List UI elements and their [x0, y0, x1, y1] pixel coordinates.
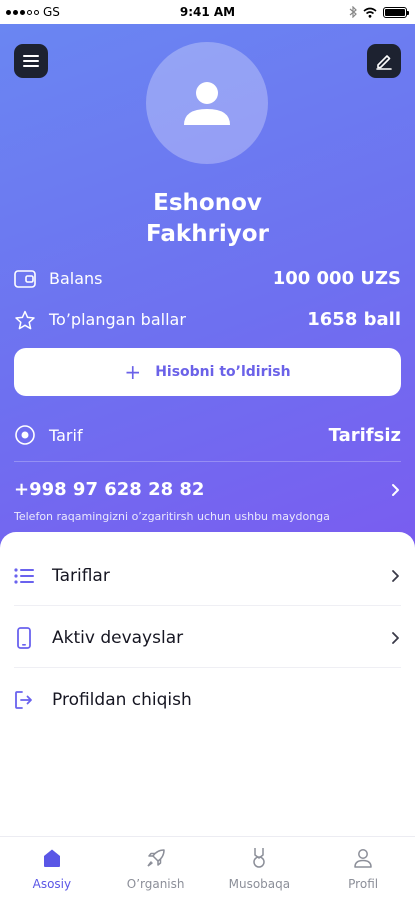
phone-device-icon	[17, 626, 31, 649]
bottom-tab-bar: Asosiy O’rganish Musobaqa Profil	[0, 836, 415, 900]
menu-item-tariffs[interactable]: Tariflar	[14, 546, 401, 606]
profile-header: Eshonov Fakhriyor Balans 100 000 UZS To’…	[0, 24, 415, 560]
user-last-name: Eshonov	[153, 190, 262, 216]
tariff-label: Tarif	[49, 425, 83, 445]
topup-label: Hisobni to’ldirish	[155, 364, 291, 380]
avatar[interactable]	[146, 42, 268, 164]
rocket-icon	[147, 848, 165, 867]
edit-profile-button[interactable]	[367, 44, 401, 78]
chevron-right-icon	[392, 483, 399, 496]
battery-fill	[385, 8, 405, 16]
menu-sheet: Tariflar Aktiv devayslar Profildan chiqi…	[0, 532, 415, 836]
divider	[14, 461, 401, 462]
status-right	[349, 6, 409, 18]
tab-home-label: Asosiy	[32, 876, 72, 891]
phone-number: +998 97 628 28 82	[14, 479, 205, 500]
tab-home[interactable]: Asosiy	[2, 847, 102, 891]
balance-label: Balans	[49, 269, 103, 288]
profile-icon	[354, 848, 372, 868]
list-icon	[14, 567, 34, 584]
user-name: Eshonov Fakhriyor	[0, 188, 415, 250]
medal-icon	[253, 847, 266, 868]
user-first-name: Fakhriyor	[146, 221, 269, 247]
phone-row[interactable]: +998 97 628 28 82	[14, 479, 401, 500]
wallet-icon	[14, 269, 36, 288]
menu-item-logout[interactable]: Profildan chiqish	[14, 670, 401, 730]
status-bar: GS 9:41 AM	[0, 0, 415, 24]
menu-button[interactable]	[14, 44, 48, 78]
tab-competition[interactable]: Musobaqa	[209, 847, 309, 891]
points-value: 1658 ball	[307, 309, 401, 330]
hamburger-menu-icon	[23, 55, 39, 67]
phone-hint: Telefon raqamingizni o’zgaritirsh uchun …	[14, 510, 330, 523]
tab-learning-label: O’rganish	[126, 876, 185, 891]
menu-item-logout-label: Profildan chiqish	[52, 690, 192, 710]
menu-item-devices[interactable]: Aktiv devayslar	[14, 608, 401, 668]
tariff-value: Tarifsiz	[328, 424, 401, 446]
chevron-right-icon	[392, 631, 399, 644]
points-row: To’plangan ballar 1658 ball	[14, 309, 401, 330]
tariff-radio-icon	[15, 425, 35, 445]
balance-value: 100 000 UZS	[272, 268, 401, 289]
balance-row: Balans 100 000 UZS	[14, 268, 401, 289]
tariff-row: Tarif Tarifsiz	[14, 424, 401, 446]
menu-item-devices-label: Aktiv devayslar	[52, 627, 184, 648]
user-avatar-icon	[184, 82, 230, 125]
chevron-right-icon	[392, 569, 399, 582]
bluetooth-icon	[349, 6, 357, 18]
tab-competition-label: Musobaqa	[228, 876, 291, 891]
status-left: GS	[6, 5, 60, 19]
plus-icon: +	[124, 360, 142, 384]
menu-item-tariffs-label: Tariflar	[52, 565, 110, 586]
logout-icon	[15, 691, 32, 709]
tab-profile[interactable]: Profil	[313, 847, 413, 891]
pencil-edit-icon	[376, 55, 392, 70]
points-label: To’plangan ballar	[49, 310, 186, 329]
home-icon	[43, 849, 60, 867]
topup-balance-button[interactable]: + Hisobni to’ldirish	[14, 348, 401, 396]
carrier-name: GS	[43, 5, 60, 19]
wifi-icon	[363, 7, 377, 18]
battery-icon	[383, 6, 409, 18]
star-icon	[15, 310, 35, 329]
tab-profile-label: Profil	[348, 876, 379, 891]
tab-learning[interactable]: O’rganish	[106, 847, 206, 891]
signal-icon	[6, 9, 39, 15]
